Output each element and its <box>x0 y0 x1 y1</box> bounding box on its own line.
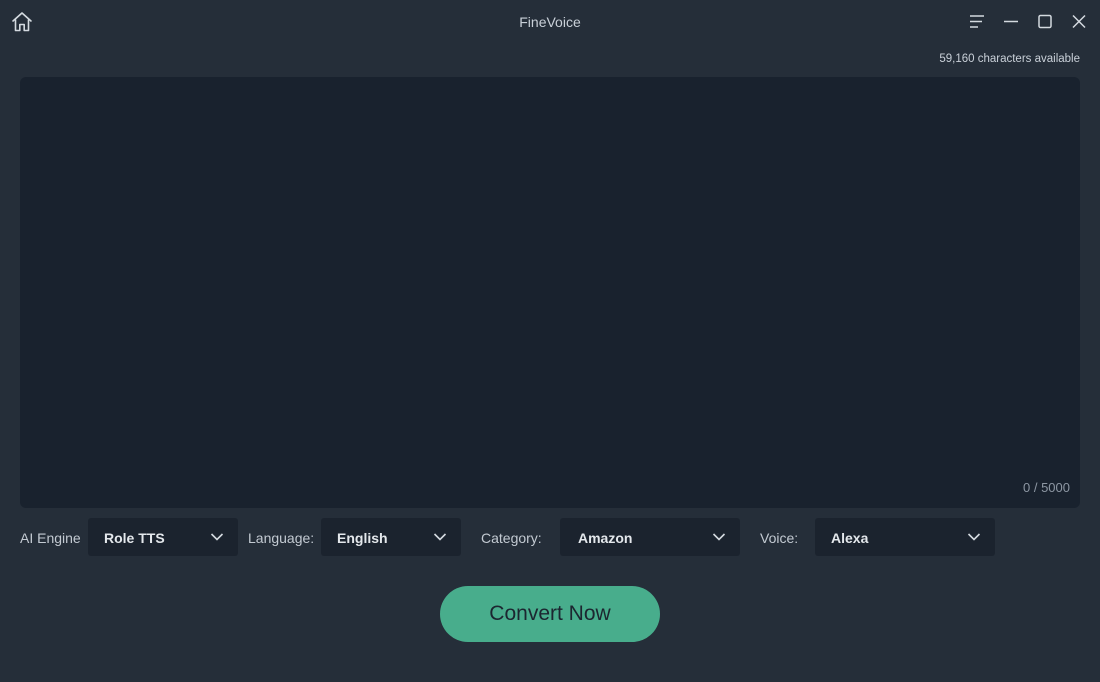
app-window: FineVoice 59,160 characters available 0 … <box>0 0 1100 682</box>
ai-engine-label: AI Engine <box>20 530 81 546</box>
menu-icon <box>970 15 984 28</box>
text-input[interactable] <box>20 77 1080 508</box>
minimize-icon <box>1004 20 1018 23</box>
menu-button[interactable] <box>966 11 988 33</box>
voice-value: Alexa <box>831 530 869 546</box>
character-counter: 0 / 5000 <box>1023 480 1070 495</box>
voice-select[interactable]: Alexa <box>815 518 995 556</box>
voice-label: Voice: <box>760 530 799 546</box>
chevron-down-icon <box>967 533 981 541</box>
language-label: Language: <box>248 530 315 546</box>
chevron-down-icon <box>210 533 224 541</box>
close-button[interactable] <box>1068 11 1090 33</box>
ai-engine-value: Role TTS <box>104 530 165 546</box>
title-bar: FineVoice <box>0 0 1100 44</box>
language-value: English <box>337 530 388 546</box>
chevron-down-icon <box>433 533 447 541</box>
chevron-down-icon <box>712 533 726 541</box>
home-button[interactable] <box>10 10 34 34</box>
convert-now-button[interactable]: Convert Now <box>440 586 660 642</box>
home-icon <box>12 12 32 32</box>
category-value: Amazon <box>578 530 633 546</box>
category-label: Category: <box>481 530 542 546</box>
maximize-button[interactable] <box>1034 11 1056 33</box>
close-icon <box>1072 14 1086 29</box>
category-select[interactable]: Amazon <box>560 518 740 556</box>
ai-engine-select[interactable]: Role TTS <box>88 518 238 556</box>
window-title: FineVoice <box>519 14 581 30</box>
minimize-button[interactable] <box>1000 11 1022 33</box>
language-select[interactable]: English <box>321 518 461 556</box>
text-editor: 0 / 5000 <box>20 77 1080 508</box>
characters-available: 59,160 characters available <box>939 53 1080 65</box>
maximize-icon <box>1038 14 1052 29</box>
